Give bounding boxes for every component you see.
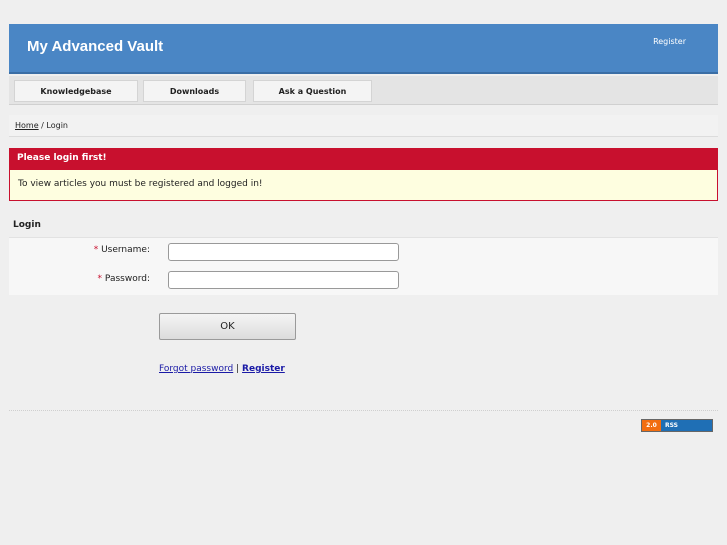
breadcrumb-separator: / — [41, 121, 44, 130]
forgot-password-link[interactable]: Forgot password — [159, 364, 233, 374]
username-label-text: Username: — [101, 245, 150, 255]
breadcrumb: Home / Login — [9, 115, 718, 137]
register-link[interactable]: Register — [242, 364, 285, 374]
footer-divider — [9, 410, 718, 411]
required-mark: * — [97, 274, 103, 284]
login-links: Forgot password | Register — [159, 364, 285, 374]
breadcrumb-current: Login — [46, 121, 69, 130]
login-form: * Username: * Password: — [9, 237, 718, 295]
required-mark: * — [93, 245, 99, 255]
password-label: * Password: — [98, 274, 150, 284]
site-header: My Advanced Vault Register — [9, 24, 718, 74]
password-label-text: Password: — [104, 274, 150, 284]
breadcrumb-home[interactable]: Home — [15, 121, 39, 130]
nav-downloads[interactable]: Downloads — [143, 80, 246, 102]
alert-title: Please login first! — [9, 148, 718, 170]
links-separator: | — [236, 364, 240, 374]
alert-message: To view articles you must be registered … — [9, 170, 718, 201]
header-register-link[interactable]: Register — [653, 37, 686, 46]
main-navigation: Knowledgebase Downloads Ask a Question — [9, 76, 718, 105]
rss-feed-badge[interactable]: 2.0 RSS — [641, 419, 713, 432]
ok-button[interactable]: OK — [159, 313, 296, 340]
login-heading: Login — [13, 220, 41, 230]
password-input[interactable] — [168, 271, 399, 289]
nav-knowledgebase[interactable]: Knowledgebase — [14, 80, 138, 102]
username-label: * Username: — [94, 245, 150, 255]
site-title[interactable]: My Advanced Vault — [27, 38, 163, 55]
username-input[interactable] — [168, 243, 399, 261]
rss-label: RSS — [661, 420, 712, 431]
rss-version: 2.0 — [642, 420, 661, 431]
nav-ask-question[interactable]: Ask a Question — [253, 80, 372, 102]
